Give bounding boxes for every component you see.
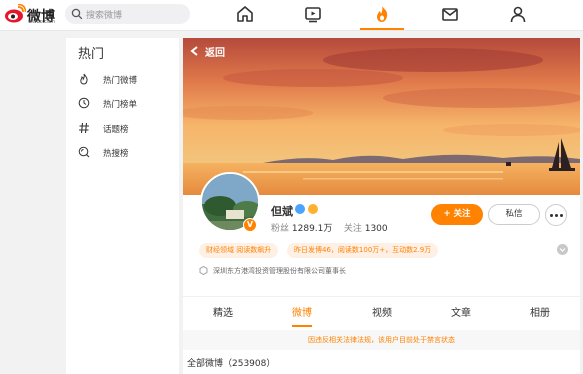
emoji-badge-icon: [308, 204, 318, 214]
verified-badge-icon: V: [243, 218, 257, 232]
clock-icon: [78, 97, 90, 109]
profile-name: 但斌: [271, 205, 293, 218]
tab-active-underline: [292, 325, 312, 327]
company-icon: [199, 266, 208, 275]
logo-subtext: weibo.com: [28, 19, 55, 25]
search-circle-icon: [78, 146, 90, 158]
weibo-logo[interactable]: 微博 weibo.com: [4, 3, 60, 26]
message-button[interactable]: 私信: [488, 204, 540, 225]
tab-video[interactable]: 视频: [357, 304, 407, 319]
all-weibo-count: 全部微博（253908）: [187, 359, 276, 369]
expand-icon[interactable]: [557, 244, 568, 255]
profile-stats: 粉丝 1289.1万 关注 1300: [271, 221, 388, 234]
sidebar-item-label: 热门微博: [103, 76, 138, 86]
sidebar-item-topics[interactable]: 话题榜: [78, 120, 178, 136]
fans-count[interactable]: 1289.1万: [292, 224, 333, 234]
sidebar: 热门 热门微博 热门榜单 话题榜 热搜榜: [66, 38, 179, 374]
sunset-lake-image: [183, 38, 580, 195]
hashtag-icon: [79, 122, 89, 134]
sidebar-item-hot-search[interactable]: 热搜榜: [78, 144, 178, 160]
video-icon[interactable]: [303, 4, 323, 24]
profile-tag[interactable]: 财经领域 阅读数飙升: [199, 243, 279, 258]
weibo-eye-icon: [5, 3, 27, 23]
following-label: 关注: [343, 224, 362, 234]
more-options-button[interactable]: [545, 204, 567, 226]
tab-articles[interactable]: 文章: [436, 304, 486, 319]
sidebar-item-hot-weibo[interactable]: 热门微博: [78, 71, 178, 87]
profile-panel: 返回 V 但斌 粉丝 1289.1万 关注 1300 + 关注 私信 财经领域 …: [183, 38, 580, 374]
profile-tag[interactable]: 昨日发博46，阅读数100万+，互动数2.9万: [287, 243, 439, 258]
sidebar-item-label: 热门榜单: [103, 100, 138, 110]
hot-flame-icon[interactable]: [372, 4, 392, 24]
flame-icon: [80, 73, 88, 85]
home-icon[interactable]: [235, 4, 255, 24]
tab-weibo[interactable]: 微博: [277, 304, 327, 319]
sidebar-item-label: 话题榜: [103, 125, 129, 135]
sidebar-item-label: 热搜榜: [103, 149, 129, 159]
top-bar: 微博 weibo.com 搜索微博: [0, 0, 583, 31]
nav-active-underline: [360, 28, 404, 30]
tab-featured[interactable]: 精选: [198, 304, 248, 319]
sidebar-title: 热门: [78, 47, 105, 62]
profile-tabs: 精选 微博 视频 文章 相册: [183, 296, 580, 327]
blue-verified-icon: [295, 204, 305, 214]
search-icon: [71, 8, 83, 20]
tab-album[interactable]: 相册: [515, 304, 565, 319]
follow-button[interactable]: + 关注: [431, 204, 483, 225]
following-count[interactable]: 1300: [365, 224, 388, 234]
fans-label: 粉丝: [271, 224, 290, 234]
user-icon[interactable]: [508, 4, 528, 24]
ban-notice: 因违反相关法律法规，该用户目前处于禁言状态: [183, 330, 580, 350]
company-text: 深圳东方港湾投资管理股份有限公司董事长: [213, 267, 346, 275]
mail-icon[interactable]: [440, 4, 460, 24]
search-input[interactable]: 搜索微博: [65, 4, 190, 24]
back-button[interactable]: 返回: [205, 44, 225, 59]
cover-image: 返回: [183, 38, 580, 195]
sidebar-item-hot-list[interactable]: 热门榜单: [78, 95, 178, 111]
search-placeholder: 搜索微博: [86, 11, 123, 21]
